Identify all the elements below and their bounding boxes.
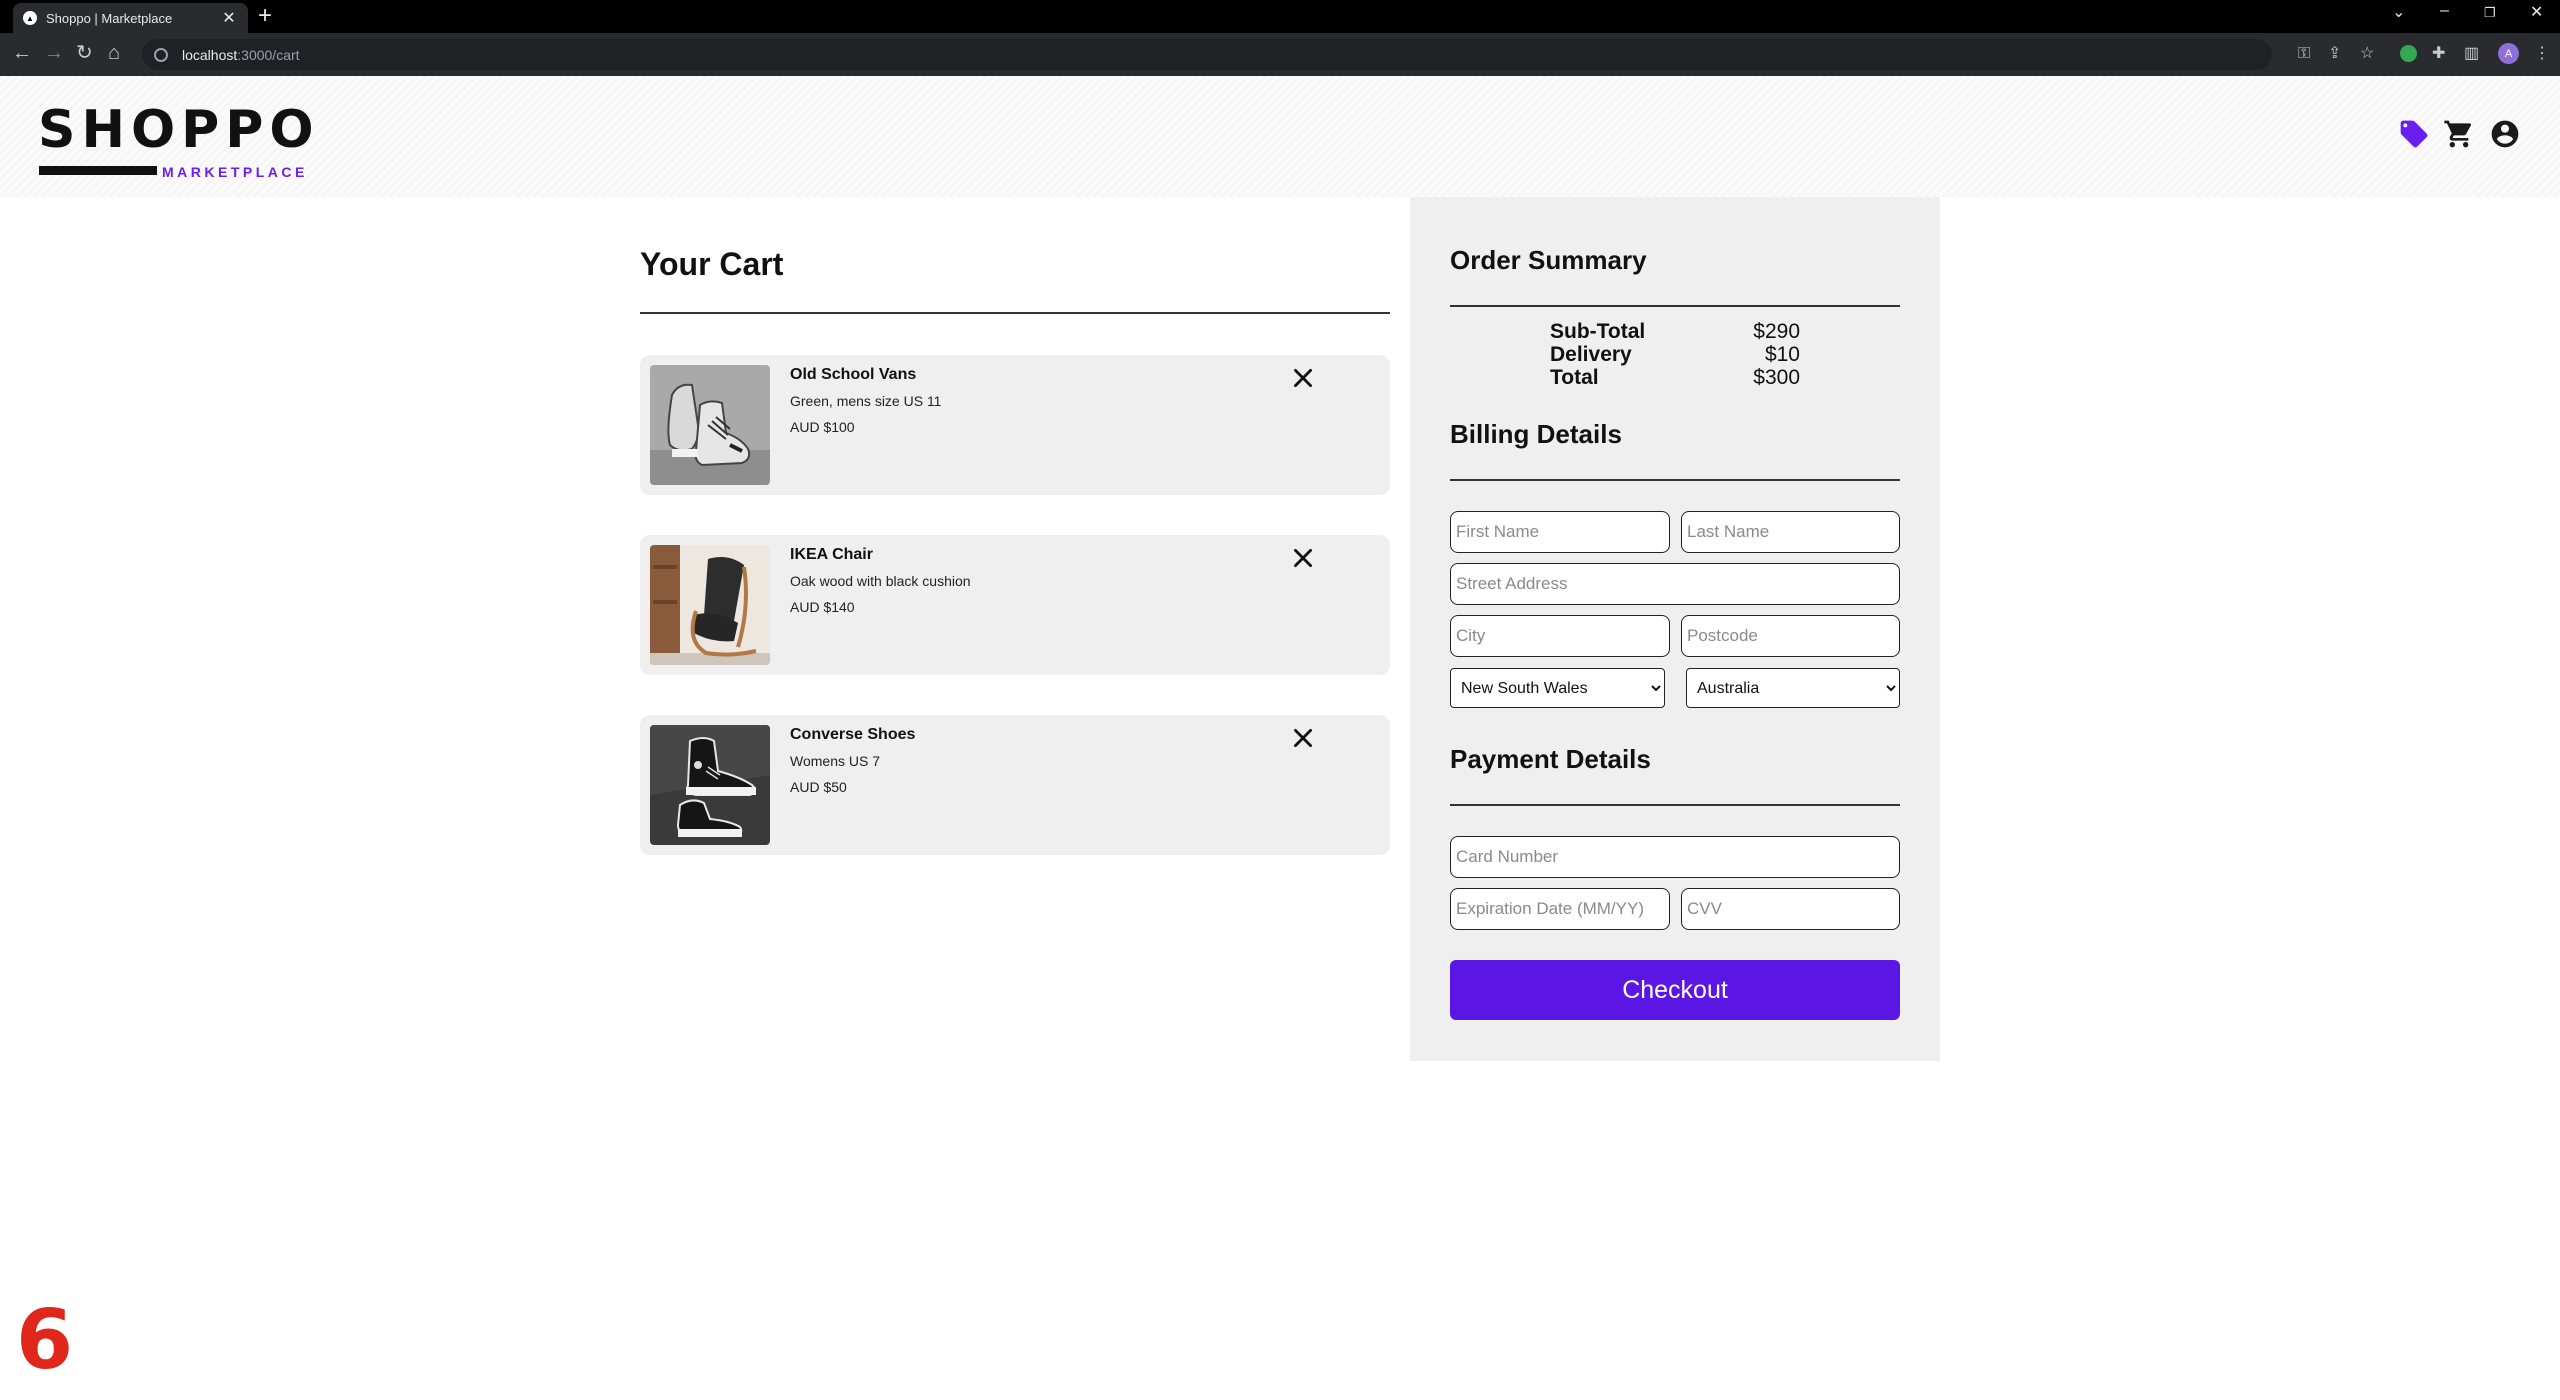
tab-search-icon[interactable]: ⌄ bbox=[2392, 2, 2405, 22]
order-summary-title: Order Summary bbox=[1450, 245, 1647, 275]
last-name-field[interactable] bbox=[1681, 511, 1900, 553]
payment-details-title: Payment Details bbox=[1450, 744, 1651, 774]
state-select[interactable]: New South Wales bbox=[1450, 668, 1665, 708]
summary-value: $10 bbox=[1764, 343, 1800, 366]
cart-icon[interactable] bbox=[2443, 118, 2475, 150]
key-icon[interactable]: ⚿ bbox=[2298, 44, 2310, 64]
restore-icon[interactable]: ❐ bbox=[2484, 5, 2496, 21]
browser-menu-icon[interactable]: ⋮ bbox=[2534, 44, 2550, 64]
close-window-icon[interactable]: ✕ bbox=[2530, 2, 2543, 22]
forward-icon[interactable]: → bbox=[44, 41, 64, 65]
summary-label: Total bbox=[1550, 366, 1599, 389]
logo-text: SHOPPO bbox=[38, 100, 320, 160]
cart-item: IKEA Chair Oak wood with black cushion A… bbox=[640, 535, 1390, 675]
item-name: Old School Vans bbox=[790, 366, 917, 383]
city-field[interactable] bbox=[1450, 615, 1670, 657]
tab-title: Shoppo | Marketplace bbox=[46, 10, 173, 26]
browser-tab[interactable]: ▲ Shoppo | Marketplace ✕ bbox=[13, 3, 248, 33]
browser-toolbar: ← → ↻ ⌂ localhost :3000/cart ⚿ ⇪ ☆ ✚ ▥ ⋮ bbox=[0, 33, 2560, 76]
minimize-icon[interactable]: – bbox=[2440, 2, 2449, 20]
address-bar[interactable]: localhost :3000/cart bbox=[142, 39, 2272, 70]
share-icon[interactable]: ⇪ bbox=[2328, 44, 2341, 64]
summary-row-delivery: Delivery $10 bbox=[1550, 343, 1800, 366]
card-number-field[interactable] bbox=[1450, 836, 1900, 878]
tag-icon[interactable] bbox=[2398, 118, 2430, 150]
item-name: Converse Shoes bbox=[790, 726, 916, 743]
expiration-date-field[interactable] bbox=[1450, 888, 1670, 930]
cvv-field[interactable] bbox=[1681, 888, 1900, 930]
site-logo[interactable]: SHOPPO MARKETPLACE bbox=[38, 100, 320, 180]
extensions-icon[interactable]: ✚ bbox=[2432, 44, 2445, 64]
home-icon[interactable]: ⌂ bbox=[108, 41, 120, 65]
cart-title: Your Cart bbox=[640, 246, 784, 282]
item-name: IKEA Chair bbox=[790, 546, 873, 563]
back-icon[interactable]: ← bbox=[12, 41, 32, 65]
side-panel-icon[interactable]: ▥ bbox=[2464, 44, 2479, 64]
url-path: :3000/cart bbox=[237, 46, 300, 63]
remove-item-icon[interactable] bbox=[1290, 365, 1316, 391]
checkout-panel: Order Summary Sub-Total $290 Delivery $1… bbox=[1410, 197, 1940, 1061]
cart-item: Old School Vans Green, mens size US 11 A… bbox=[640, 355, 1390, 495]
step-number-overlay: 6 bbox=[16, 1293, 74, 1388]
first-name-field[interactable] bbox=[1450, 511, 1670, 553]
item-description: Green, mens size US 11 bbox=[790, 393, 942, 409]
item-price: AUD $100 bbox=[790, 419, 855, 435]
summary-label: Sub-Total bbox=[1550, 320, 1646, 343]
summary-row-total: Total $300 bbox=[1550, 366, 1800, 389]
summary-value: $290 bbox=[1753, 320, 1800, 343]
street-address-field[interactable] bbox=[1450, 563, 1900, 605]
cart-divider bbox=[640, 312, 1390, 314]
item-image-vans bbox=[650, 365, 770, 485]
bookmark-star-icon[interactable]: ☆ bbox=[2360, 44, 2374, 64]
summary-row-subtotal: Sub-Total $290 bbox=[1550, 320, 1800, 343]
site-info-icon[interactable] bbox=[154, 47, 168, 62]
remove-item-icon[interactable] bbox=[1290, 725, 1316, 751]
logo-underline bbox=[39, 166, 157, 175]
item-price: AUD $50 bbox=[790, 779, 847, 795]
item-image-chair bbox=[650, 545, 770, 665]
remove-item-icon[interactable] bbox=[1290, 545, 1316, 571]
checkout-button[interactable]: Checkout bbox=[1450, 960, 1900, 1020]
tab-close-icon[interactable]: ✕ bbox=[220, 8, 238, 28]
postcode-field[interactable] bbox=[1681, 615, 1900, 657]
logo-subtext: MARKETPLACE bbox=[162, 164, 308, 180]
item-description: Oak wood with black cushion bbox=[790, 573, 971, 589]
url-host: localhost bbox=[182, 46, 238, 63]
profile-avatar[interactable]: A bbox=[2498, 43, 2519, 64]
new-tab-button[interactable]: + bbox=[258, 4, 272, 28]
extension-icon[interactable] bbox=[2400, 45, 2417, 62]
favicon-icon: ▲ bbox=[23, 11, 37, 25]
billing-details-title: Billing Details bbox=[1450, 419, 1622, 449]
billing-divider bbox=[1450, 479, 1900, 481]
site-header: SHOPPO MARKETPLACE bbox=[0, 76, 2560, 197]
summary-label: Delivery bbox=[1550, 343, 1632, 366]
browser-tab-bar: ▲ Shoppo | Marketplace ✕ + ⌄ – ❐ ✕ bbox=[0, 0, 2560, 33]
cart-item: Converse Shoes Womens US 7 AUD $50 bbox=[640, 715, 1390, 855]
reload-icon[interactable]: ↻ bbox=[76, 41, 93, 65]
summary-value: $300 bbox=[1753, 366, 1800, 389]
country-select[interactable]: Australia bbox=[1686, 668, 1900, 708]
item-price: AUD $140 bbox=[790, 599, 855, 615]
order-summary-divider bbox=[1450, 305, 1900, 307]
item-image-converse bbox=[650, 725, 770, 845]
account-icon[interactable] bbox=[2489, 118, 2521, 150]
item-description: Womens US 7 bbox=[790, 753, 880, 769]
payment-divider bbox=[1450, 804, 1900, 806]
